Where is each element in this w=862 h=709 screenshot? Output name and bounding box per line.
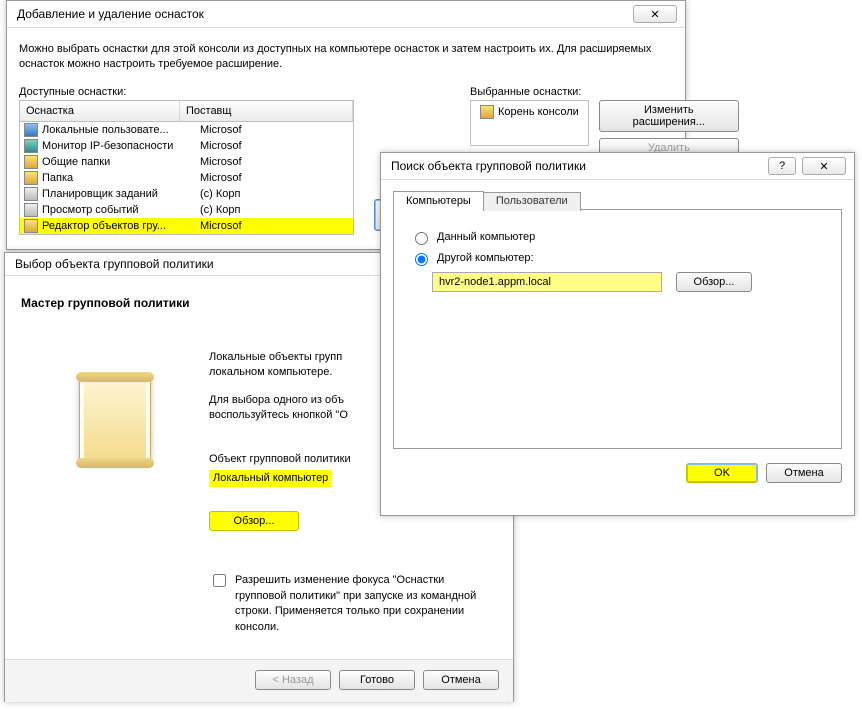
list-item: Планировщик заданий(с) Корп xyxy=(20,186,353,202)
this-computer-label: Данный компьютер xyxy=(437,231,535,243)
hint-text: Можно выбрать оснастки для этой консоли … xyxy=(19,42,673,72)
window-title: Добавление и удаление оснасток xyxy=(17,7,204,21)
available-list[interactable]: Локальные пользовате...Microsof Монитор … xyxy=(19,121,354,235)
cancel-button[interactable]: Отмена xyxy=(766,463,842,483)
list-item: Монитор IP-безопасностиMicrosof xyxy=(20,138,353,154)
tab-computers[interactable]: Компьютеры xyxy=(393,191,484,210)
tab-users[interactable]: Пользователи xyxy=(483,192,581,211)
list-item: Общие папкиMicrosof xyxy=(20,154,353,170)
selected-tree[interactable]: Корень консоли xyxy=(470,100,589,146)
this-computer-radio[interactable] xyxy=(415,232,428,245)
other-computer-label: Другой компьютер: xyxy=(437,252,534,264)
help-button[interactable]: ? xyxy=(768,157,796,175)
close-button[interactable]: ✕ xyxy=(802,157,846,175)
computer-name-input[interactable] xyxy=(432,272,662,292)
cancel-button[interactable]: Отмена xyxy=(423,670,499,690)
browse-button[interactable]: Обзор... xyxy=(676,272,752,292)
list-item-selected: Редактор объектов гру...Microsof xyxy=(20,218,353,234)
console-root-icon xyxy=(480,105,494,119)
browse-button[interactable]: Обзор... xyxy=(209,511,299,531)
tree-root: Корень консоли xyxy=(476,104,583,120)
gpedit-icon xyxy=(24,219,38,233)
ok-button[interactable]: OK xyxy=(686,463,758,483)
checkbox-label: Разрешить изменение фокуса "Оснастки гру… xyxy=(235,573,493,635)
list-item: Локальные пользовате...Microsof xyxy=(20,122,353,138)
titlebar: Добавление и удаление оснасток ✕ xyxy=(7,1,685,28)
wizard-buttonbar: < Назад Готово Отмена xyxy=(5,660,513,702)
users-icon xyxy=(24,123,38,137)
col-vendor[interactable]: Поставщ xyxy=(180,101,353,121)
gpo-object-value: Локальный компьютер xyxy=(209,470,332,487)
window-title: Поиск объекта групповой политики xyxy=(391,159,586,173)
window-title: Выбор объекта групповой политики xyxy=(15,257,214,271)
titlebar: Поиск объекта групповой политики ? ✕ xyxy=(381,153,854,180)
back-button: < Назад xyxy=(255,670,331,690)
ipsec-icon xyxy=(24,139,38,153)
available-label: Доступные оснастки: xyxy=(19,86,354,98)
tabstrip: Компьютеры Пользователи xyxy=(393,190,842,209)
col-snapname[interactable]: Оснастка xyxy=(20,101,180,121)
tab-panel: Данный компьютер Другой компьютер: Обзор… xyxy=(393,209,842,449)
shared-folders-icon xyxy=(24,155,38,169)
extensions-button[interactable]: Изменить расширения... xyxy=(599,100,739,132)
eventviewer-icon xyxy=(24,203,38,217)
scroll-icon xyxy=(79,376,151,464)
finish-button[interactable]: Готово xyxy=(339,670,415,690)
allow-focus-checkbox[interactable] xyxy=(213,574,226,587)
close-button[interactable]: ✕ xyxy=(633,5,677,23)
other-computer-radio[interactable] xyxy=(415,253,428,266)
folder-icon xyxy=(24,171,38,185)
available-list-header: Оснастка Поставщ xyxy=(19,100,354,121)
scheduler-icon xyxy=(24,187,38,201)
list-item: ПапкаMicrosof xyxy=(20,170,353,186)
list-item: Просмотр событий(с) Корп xyxy=(20,202,353,218)
gpo-browse-dialog: Поиск объекта групповой политики ? ✕ Ком… xyxy=(380,152,855,516)
selected-label: Выбранные оснастки: xyxy=(470,86,739,98)
